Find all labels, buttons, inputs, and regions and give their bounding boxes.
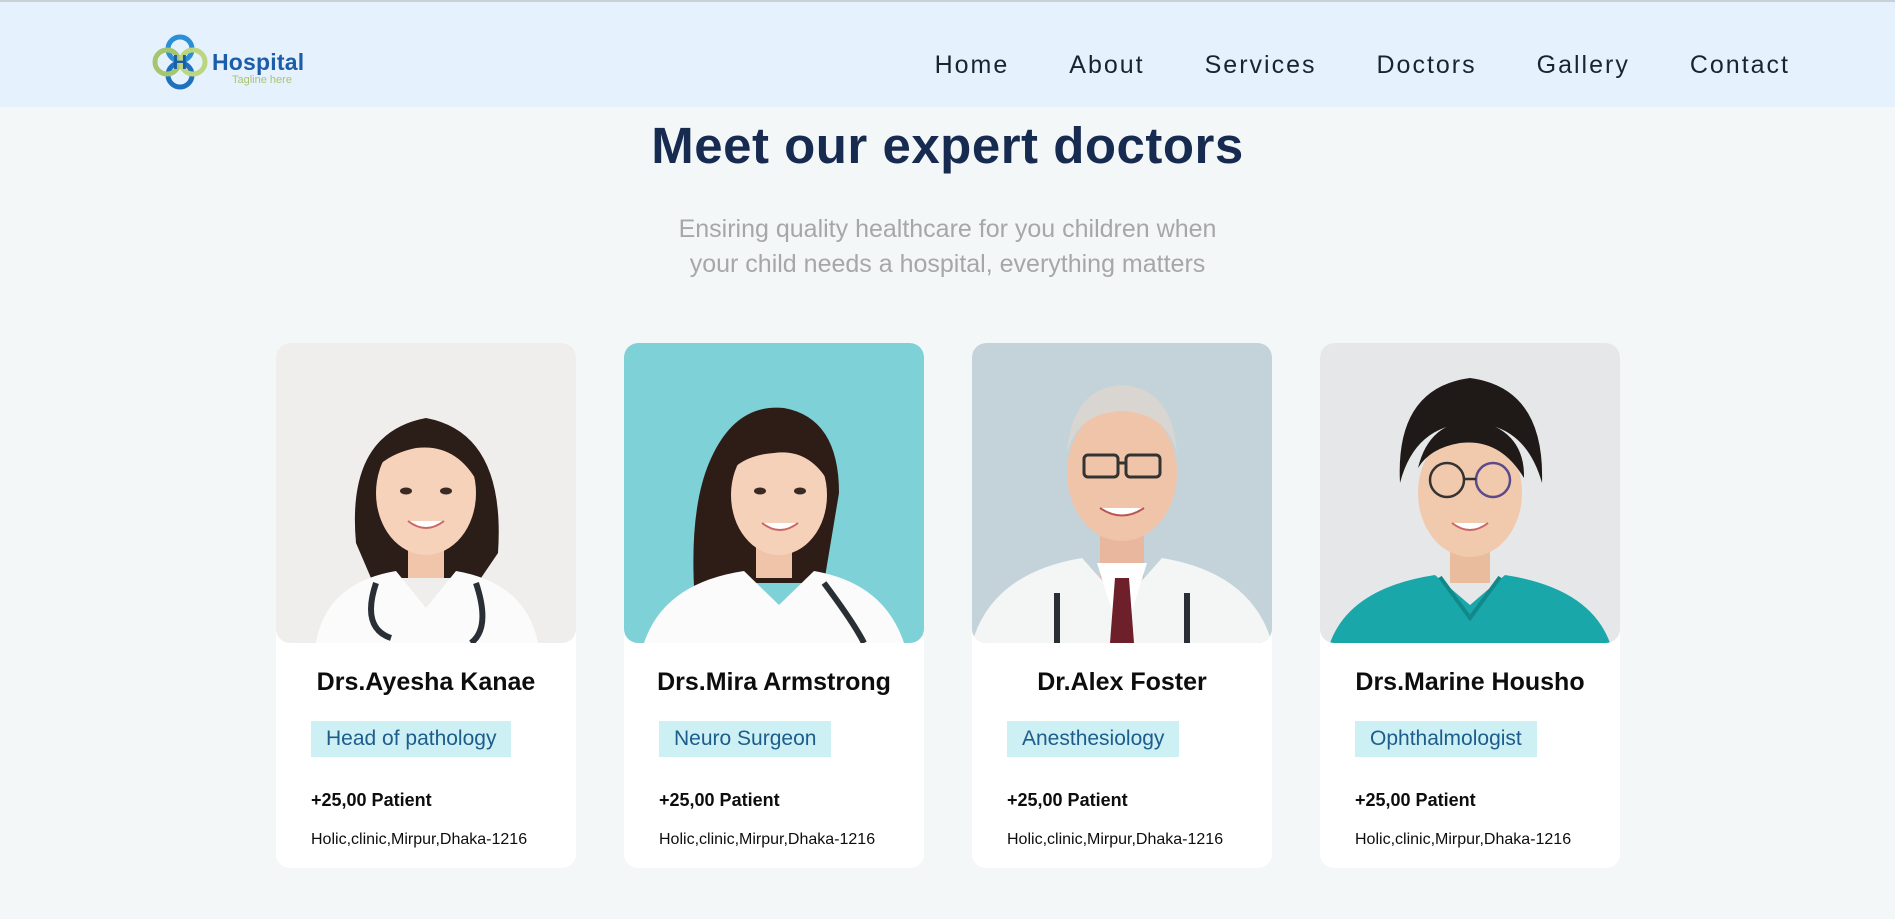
nav-about[interactable]: About	[1069, 50, 1144, 80]
doctor-patients: +25,00 Patient	[1355, 790, 1476, 810]
doctor-photo	[1320, 343, 1620, 643]
doctor-cards: Drs.Ayesha Kanae Head of pathology +25,0…	[276, 343, 1621, 868]
doctor-name: Drs.Mira Armstrong	[657, 668, 891, 696]
subtitle-line-2: your child needs a hospital, everything …	[689, 250, 1206, 278]
doctor-role-badge: Head of pathology	[311, 721, 512, 757]
doctor-role-badge: Anesthesiology	[1007, 721, 1180, 757]
doctor-photo	[624, 343, 924, 643]
nav-gallery[interactable]: Gallery	[1537, 50, 1630, 80]
doctor-card[interactable]: Drs.Ayesha Kanae Head of pathology +25,0…	[276, 343, 576, 868]
subtitle-line-1: Ensiring quality healthcare for you chil…	[678, 215, 1217, 243]
cross-logo-icon: H	[152, 34, 208, 90]
doctor-name: Dr.Alex Foster	[1037, 668, 1207, 696]
nav-doctors[interactable]: Doctors	[1377, 50, 1477, 80]
doctor-role-badge: Ophthalmologist	[1355, 721, 1537, 757]
site-header: H Hospital Tagline here Home About Servi…	[0, 2, 1895, 107]
doctor-patients: +25,00 Patient	[659, 790, 780, 810]
doctor-patients: +25,00 Patient	[1007, 790, 1128, 810]
logo-tagline: Tagline here	[232, 74, 292, 86]
nav-home[interactable]: Home	[935, 50, 1010, 80]
doctor-card[interactable]: Drs.Mira Armstrong Neuro Surgeon +25,00 …	[624, 343, 924, 868]
section-subtitle: Ensiring quality healthcare for you chil…	[0, 212, 1895, 282]
doctor-photo	[972, 343, 1272, 643]
doctor-address: Holic,clinic,Mirpur,Dhaka-1216	[659, 831, 876, 848]
nav-services[interactable]: Services	[1205, 50, 1317, 80]
section-title: Meet our expert doctors	[651, 117, 1244, 174]
logo[interactable]: H Hospital Tagline here	[150, 32, 310, 92]
doctor-card[interactable]: Drs.Marine Housho Ophthalmologist +25,00…	[1320, 343, 1620, 868]
svg-text:H: H	[173, 52, 187, 74]
doctor-card[interactable]: Dr.Alex Foster Anesthesiology +25,00 Pat…	[972, 343, 1272, 868]
doctor-address: Holic,clinic,Mirpur,Dhaka-1216	[1355, 831, 1572, 848]
doctor-name: Drs.Ayesha Kanae	[316, 668, 536, 696]
main-nav: Home About Services Doctors Gallery Cont…	[875, 50, 1790, 80]
doctor-address: Holic,clinic,Mirpur,Dhaka-1216	[311, 831, 528, 848]
doctor-photo	[276, 343, 576, 643]
doctor-role-badge: Neuro Surgeon	[659, 721, 832, 757]
doctor-patients: +25,00 Patient	[311, 790, 432, 810]
doctor-address: Holic,clinic,Mirpur,Dhaka-1216	[1007, 831, 1224, 848]
logo-title: Hospital	[212, 49, 305, 75]
nav-contact[interactable]: Contact	[1690, 50, 1790, 80]
doctor-name: Drs.Marine Housho	[1355, 668, 1585, 696]
